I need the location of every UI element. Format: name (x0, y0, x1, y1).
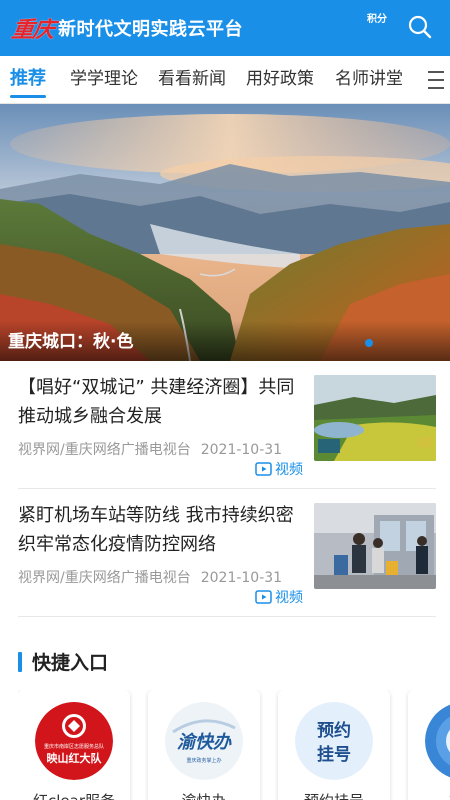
app-header: 重庆 新时代文明实践云平台 积分 (0, 0, 450, 56)
tab-study-theory[interactable]: 学学理论 (70, 56, 138, 103)
tab-use-policy[interactable]: 用好政策 (246, 56, 314, 103)
news-source: 视界网/重庆网络广播电视台 (18, 442, 191, 458)
quick-entry-item[interactable]: 预约 挂号 预约挂号 (278, 690, 390, 800)
news-title: 紧盯机场车站等防线 我市持续织密织牢常态化疫情防控网络 (18, 505, 294, 555)
video-icon (255, 462, 272, 476)
tab-recommend[interactable]: 推荐 (10, 56, 46, 103)
carousel-indicator[interactable] (365, 339, 373, 347)
app-title: 新时代文明实践云平台 (58, 19, 244, 40)
news-meta: 视界网/重庆网络广播电视台 2021-10-31 (18, 439, 282, 459)
news-date: 2021-10-31 (200, 570, 283, 586)
search-icon[interactable] (407, 14, 433, 40)
news-meta: 视界网/重庆网络广播电视台 2021-10-31 (18, 567, 282, 587)
entry-label: 预约挂号 (278, 790, 390, 800)
video-label: 视频 (275, 462, 303, 478)
news-item[interactable]: 【唱好“双城记” 共建经济圈】共同推动城乡融合发展 视界网/重庆网络广播电视台 2… (18, 361, 436, 489)
banner-title: 重庆城口：秋·色 (8, 332, 134, 352)
tab-watch-news[interactable]: 看看新闻 (158, 56, 226, 103)
section-marker (18, 651, 22, 672)
entry-label: 红clear服务 (18, 790, 130, 800)
news-source: 视界网/重庆网络广播电视台 (18, 570, 191, 586)
video-icon (255, 590, 272, 604)
video-tag: 视频 (255, 459, 303, 479)
points-button[interactable]: 积分 (366, 14, 388, 26)
entry-label: 渝快办 (148, 790, 260, 800)
entry-icon-title: 渝快办 (177, 732, 232, 753)
category-tabs: 推荐 学学理论 看看新闻 用好政策 名师讲堂 (0, 56, 450, 104)
volunteer-team-icon: 重庆市南岸区志愿服务总队 映山红大队 (35, 702, 113, 780)
quick-entry-item[interactable]: 重庆市南岸区志愿服务总队 映山红大队 红clear服务 (18, 690, 130, 800)
news-title: 【唱好“双城记” 共建经济圈】共同推动城乡融合发展 (18, 377, 295, 427)
app-logo[interactable]: 重庆 新时代文明实践云平台 (9, 12, 244, 44)
yukuaiban-icon: 渝快办 重庆政务掌上办 (165, 702, 243, 780)
section-title: 快捷入口 (32, 652, 109, 674)
quick-entry-list: 重庆市南岸区志愿服务总队 映山红大队 红clear服务 渝快办 重庆政务掌上办 … (18, 690, 450, 800)
news-thumbnail (314, 375, 436, 461)
news-item[interactable]: 紧盯机场车站等防线 我市持续织密织牢常态化疫情防控网络 视界网/重庆网络广播电视… (18, 489, 436, 617)
news-date: 2021-10-31 (200, 442, 283, 458)
quick-entry-item[interactable]: 渝快办 重庆政务掌上办 渝快办 (148, 690, 260, 800)
entry-label: 社保 (408, 790, 450, 800)
banner-carousel[interactable]: 重庆城口：秋·色 (0, 104, 450, 361)
menu-icon[interactable] (424, 56, 450, 103)
entry-icon-title: 预约 (317, 720, 351, 741)
svg-text:挂号: 挂号 (317, 744, 351, 765)
social-security-icon (425, 702, 450, 780)
entry-icon-title: 映山红大队 (47, 751, 103, 765)
entry-icon-subtitle: 重庆政务掌上办 (186, 757, 221, 764)
brand-logo-text: 重庆 (9, 17, 56, 43)
news-thumbnail (314, 503, 436, 589)
quick-entry-item[interactable]: 社保 (408, 690, 450, 800)
appointment-icon: 预约 挂号 (295, 702, 373, 780)
entry-icon-subtitle: 重庆市南岸区志愿服务总队 (44, 743, 104, 750)
quick-entry-header: 快捷入口 (18, 648, 108, 675)
video-label: 视频 (275, 590, 303, 606)
tab-famous-lecture[interactable]: 名师讲堂 (335, 56, 403, 103)
video-tag: 视频 (255, 587, 303, 607)
